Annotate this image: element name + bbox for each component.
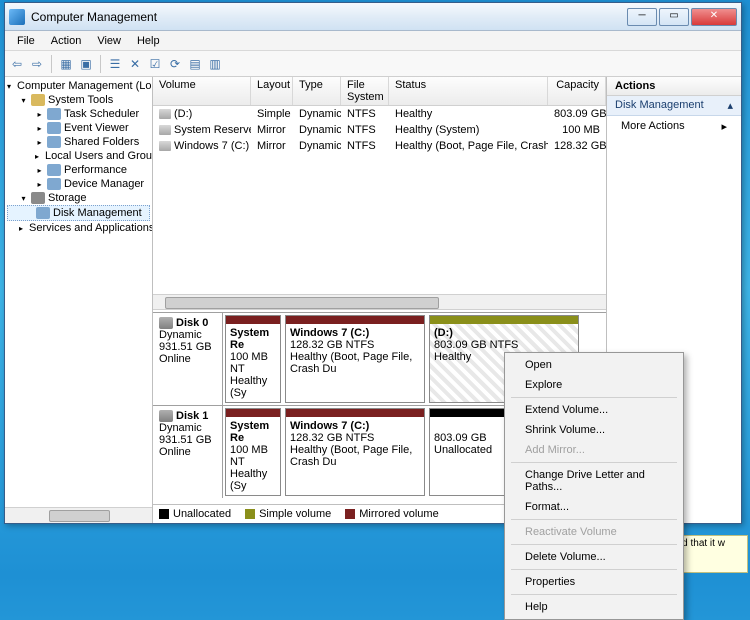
tree-root[interactable]: ▾Computer Management (Local [7, 79, 150, 93]
actions-section[interactable]: Disk Management▴ [607, 96, 741, 116]
separator [511, 397, 677, 398]
tool-icon[interactable]: ▤ [187, 56, 203, 72]
refresh-icon[interactable]: ⟳ [167, 56, 183, 72]
menubar: File Action View Help [5, 31, 741, 51]
menu-action[interactable]: Action [43, 33, 90, 49]
titlebar[interactable]: Computer Management ─ ▭ ✕ [5, 3, 741, 31]
partition[interactable]: System Re100 MB NTHealthy (Sy [225, 315, 281, 403]
legend-simple: Simple volume [259, 508, 331, 520]
context-menu-item[interactable]: Help [507, 597, 681, 617]
partition[interactable]: Windows 7 (C:)128.32 GB NTFSHealthy (Boo… [285, 408, 425, 496]
tool-icon[interactable]: ▦ [58, 56, 74, 72]
col-status[interactable]: Status [389, 77, 548, 105]
tree-item[interactable]: ▸Shared Folders [7, 135, 150, 149]
context-menu: OpenExplore Extend Volume...Shrink Volume… [504, 352, 684, 620]
context-menu-item[interactable]: Explore [507, 375, 681, 395]
volume-list: Volume Layout Type File System Status Ca… [153, 77, 606, 294]
context-menu-item[interactable]: Format... [507, 497, 681, 517]
col-layout[interactable]: Layout [251, 77, 293, 105]
menu-file[interactable]: File [9, 33, 43, 49]
tree-item[interactable]: ▸Local Users and Groups [7, 149, 150, 163]
col-type[interactable]: Type [293, 77, 341, 105]
app-icon [9, 9, 25, 25]
forward-icon[interactable]: ⇨ [29, 56, 45, 72]
tree-disk-management[interactable]: Disk Management [7, 205, 150, 221]
window-title: Computer Management [31, 10, 625, 24]
context-menu-item: Add Mirror... [507, 440, 681, 460]
separator [511, 569, 677, 570]
context-menu-item[interactable]: Extend Volume... [507, 400, 681, 420]
separator [511, 462, 677, 463]
col-capacity[interactable]: Capacity [548, 77, 606, 105]
menu-view[interactable]: View [89, 33, 129, 49]
separator [51, 55, 52, 73]
back-icon[interactable]: ⇦ [9, 56, 25, 72]
collapse-icon: ▴ [727, 99, 733, 112]
partition[interactable]: System Re100 MB NTHealthy (Sy [225, 408, 281, 496]
menu-help[interactable]: Help [129, 33, 168, 49]
horizontal-scrollbar[interactable] [153, 294, 606, 310]
tree-services[interactable]: ▸Services and Applications [7, 221, 150, 235]
disk-icon [159, 410, 173, 422]
context-menu-item[interactable]: Delete Volume... [507, 547, 681, 567]
maximize-button[interactable]: ▭ [659, 8, 689, 26]
disk-icon [159, 317, 173, 329]
tree-item[interactable]: ▸Event Viewer [7, 121, 150, 135]
tool-icon[interactable]: ☰ [107, 56, 123, 72]
toolbar: ⇦ ⇨ ▦ ▣ ☰ ✕ ☑ ⟳ ▤ ▥ [5, 51, 741, 77]
separator [511, 594, 677, 595]
tool-icon[interactable]: ✕ [127, 56, 143, 72]
disk-label[interactable]: Disk 0Dynamic931.51 GBOnline [153, 313, 223, 405]
tree-item[interactable]: ▸Task Scheduler [7, 107, 150, 121]
legend-mirrored: Mirrored volume [359, 508, 438, 520]
tool-icon[interactable]: ☑ [147, 56, 163, 72]
context-menu-item[interactable]: Properties [507, 572, 681, 592]
minimize-button[interactable]: ─ [627, 8, 657, 26]
close-button[interactable]: ✕ [691, 8, 737, 26]
separator [100, 55, 101, 73]
col-volume[interactable]: Volume [153, 77, 251, 105]
horizontal-scrollbar[interactable] [5, 507, 152, 523]
tree-pane: ▾Computer Management (Local ▾System Tool… [5, 77, 153, 523]
disk-label[interactable]: Disk 1Dynamic931.51 GBOnline [153, 406, 223, 498]
tool-icon[interactable]: ▣ [78, 56, 94, 72]
tool-icon[interactable]: ▥ [207, 56, 223, 72]
tree-system-tools[interactable]: ▾System Tools [7, 93, 150, 107]
context-menu-item[interactable]: Change Drive Letter and Paths... [507, 465, 681, 497]
separator [511, 544, 677, 545]
tree-item[interactable]: ▸Performance [7, 163, 150, 177]
actions-more[interactable]: More Actions▸ [607, 116, 741, 136]
context-menu-item[interactable]: Open [507, 355, 681, 375]
partition[interactable]: Windows 7 (C:)128.32 GB NTFSHealthy (Boo… [285, 315, 425, 403]
col-fs[interactable]: File System [341, 77, 389, 105]
table-row[interactable]: System ReservedMirrorDynamicNTFSHealthy … [153, 122, 606, 138]
context-menu-item[interactable]: Shrink Volume... [507, 420, 681, 440]
table-row[interactable]: Windows 7 (C:)MirrorDynamicNTFSHealthy (… [153, 138, 606, 154]
separator [511, 519, 677, 520]
context-menu-item: Reactivate Volume [507, 522, 681, 542]
table-row[interactable]: (D:)SimpleDynamicNTFSHealthy803.09 GB [153, 106, 606, 122]
table-header: Volume Layout Type File System Status Ca… [153, 77, 606, 106]
legend-unallocated: Unallocated [173, 508, 231, 520]
tree-storage[interactable]: ▾Storage [7, 191, 150, 205]
actions-header: Actions [607, 77, 741, 96]
tree-item[interactable]: ▸Device Manager [7, 177, 150, 191]
